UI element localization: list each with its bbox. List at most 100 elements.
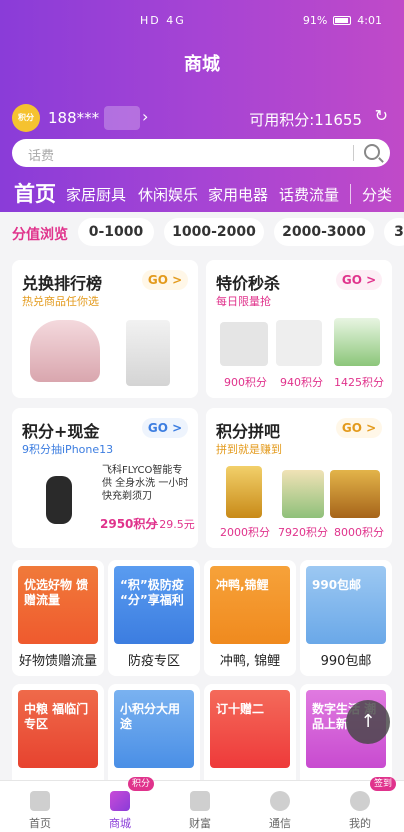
go-button[interactable]: GO > — [336, 270, 382, 290]
points-filter: 分值浏览 0-1000 1000-2000 2000-3000 3 — [0, 218, 404, 246]
card-title: 积分拼吧 — [216, 422, 281, 441]
card-title: 积分+现金 — [22, 422, 100, 441]
header: HD 4G 91% 4:01 商城 积分 188*** › 可用积分:11655… — [0, 0, 404, 212]
avatar[interactable]: 积分 — [12, 104, 40, 132]
card-subtitle: 拼到就是赚到 — [216, 443, 282, 456]
zone-label: 好物馈赠流量 — [18, 654, 97, 669]
filter-chip[interactable]: 0-1000 — [78, 218, 154, 246]
zone-image-text: 中粮 福临门专区 — [24, 702, 89, 731]
tab-wealth[interactable]: 财富 — [160, 781, 240, 832]
tab-category[interactable]: 分类 — [362, 184, 392, 205]
shaver-image — [46, 476, 72, 524]
network-indicator: HD 4G — [140, 14, 186, 27]
rice-bag-image — [282, 470, 324, 518]
tab-mine[interactable]: 签到 我的 — [320, 777, 400, 832]
flash-sale-card[interactable]: 特价秒杀 每日限量抢 GO > 900积分 940积分 1425积分 — [206, 260, 392, 398]
category-nav: 首页 家居厨具 休闲娱乐 家用电器 话费流量 分类 — [0, 178, 404, 208]
filter-label: 分值浏览 — [12, 227, 68, 243]
tab-telecom[interactable]: 通信 — [240, 781, 320, 832]
zone-image-text: 优选好物 馈赠流量 — [24, 578, 89, 607]
filter-chip[interactable]: 3 — [384, 218, 404, 246]
exchange-ranking-card[interactable]: 兑换排行榜 热兑商品任你选 GO > — [12, 260, 198, 398]
product-image — [220, 322, 268, 366]
filter-chip[interactable]: 1000-2000 — [164, 218, 264, 246]
product-price: 1425积分 — [334, 376, 384, 389]
home-icon — [30, 791, 50, 811]
tab-mall[interactable]: 积分 商城 — [80, 777, 160, 832]
go-button[interactable]: GO > — [142, 418, 188, 438]
zone-image: 订十赠二 — [210, 690, 290, 768]
tab-home[interactable]: 首页 — [0, 781, 80, 832]
zone-image: “积”极防疫 “分”享福利 — [114, 566, 194, 644]
search-input[interactable]: 话费 — [12, 139, 390, 167]
zone-card[interactable]: “积”极防疫 “分”享福利 防疫专区 — [108, 560, 200, 676]
tab-appliances[interactable]: 家用电器 — [208, 184, 268, 205]
status-bar: HD 4G 91% 4:01 — [0, 12, 404, 32]
card-subtitle: 每日限量抢 — [216, 295, 271, 308]
zone-image-text: 订十赠二 — [216, 702, 265, 716]
back-to-top-button[interactable]: ↑ — [346, 700, 390, 744]
tab-label: 我的 — [349, 817, 371, 830]
profile-icon — [350, 791, 370, 811]
product-price: 8000积分 — [334, 526, 384, 539]
chevron-right-icon[interactable]: › — [142, 107, 148, 126]
tab-data-plan[interactable]: 话费流量 — [279, 184, 339, 205]
nav-divider — [350, 184, 351, 204]
points-badge: 积分 — [128, 777, 155, 791]
zone-card[interactable]: 冲鸭,锦鲤 冲鸭, 锦鲤 — [204, 560, 296, 676]
zone-image: 中粮 福临门专区 — [18, 690, 98, 768]
refresh-icon[interactable]: ↻ — [375, 106, 388, 125]
zone-image-text: 小积分大用途 — [120, 702, 181, 731]
zone-image: 990包邮 — [306, 566, 386, 644]
go-button[interactable]: GO > — [142, 270, 188, 290]
battery-text: 91% — [302, 14, 328, 27]
card-title: 兑换排行榜 — [22, 274, 103, 293]
zone-image-text: 990包邮 — [312, 578, 362, 592]
page-title: 商城 — [184, 54, 220, 75]
search-icon[interactable] — [364, 144, 380, 160]
zone-image: 冲鸭,锦鲤 — [210, 566, 290, 644]
telecom-icon — [270, 791, 290, 811]
rice-cooker-image — [30, 320, 100, 382]
card-title: 特价秒杀 — [216, 274, 281, 293]
tab-home[interactable]: 首页 — [14, 178, 56, 208]
user-row[interactable]: 积分 188*** › 可用积分:11655 ↻ — [12, 104, 392, 132]
zone-image: 小积分大用途 — [114, 690, 194, 768]
oil-bottles-image — [330, 470, 380, 518]
product-price: 2000积分 — [220, 526, 270, 539]
tab-home-kitchen[interactable]: 家居厨具 — [66, 184, 126, 205]
zone-card[interactable]: 优选好物 馈赠流量 好物馈赠流量 — [12, 560, 104, 676]
tab-label: 首页 — [29, 817, 51, 830]
battery-icon — [333, 16, 352, 25]
product-image — [334, 318, 380, 366]
tab-label: 商城 — [109, 817, 131, 830]
mall-icon — [110, 791, 130, 811]
group-buy-card[interactable]: 积分拼吧 拼到就是赚到 GO > 2000积分 7920积分 8000积分 — [206, 408, 392, 548]
product-price: 7920积分 — [278, 526, 328, 539]
points-cash-card[interactable]: 积分+现金 9积分抽iPhone13 GO > 飞科FLYCO智能专供 全身水洗… — [12, 408, 198, 548]
filter-chip[interactable]: 2000-3000 — [274, 218, 374, 246]
zone-label: 990包邮 — [320, 654, 372, 669]
search-divider — [353, 145, 354, 161]
kettle-image — [126, 320, 170, 386]
username[interactable]: 188*** — [48, 109, 99, 127]
product-price: 900积分 — [224, 376, 267, 389]
product-price: 940积分 — [280, 376, 323, 389]
product-image — [276, 320, 322, 366]
tab-label: 财富 — [189, 817, 211, 830]
tab-label: 通信 — [269, 817, 291, 830]
zone-image-text: 冲鸭,锦鲤 — [216, 578, 269, 592]
product-price-points: 2950积分 — [100, 517, 158, 531]
card-subtitle: 热兑商品任你选 — [22, 295, 99, 308]
clock: 4:01 — [357, 14, 382, 27]
username-mask — [104, 106, 140, 130]
available-points: 可用积分:11655 — [249, 111, 362, 129]
zone-image: 优选好物 馈赠流量 — [18, 566, 98, 644]
product-price-cash: +29.5元 — [150, 518, 195, 531]
zone-label: 冲鸭, 锦鲤 — [219, 654, 281, 669]
go-button[interactable]: GO > — [336, 418, 382, 438]
zone-image-text: “积”极防疫 “分”享福利 — [120, 578, 184, 607]
tab-leisure[interactable]: 休闲娱乐 — [138, 184, 198, 205]
zone-card[interactable]: 990包邮 990包邮 — [300, 560, 392, 676]
product-name: 飞科FLYCO智能专供 全身水洗 一小时快充剃须刀 — [102, 465, 189, 502]
